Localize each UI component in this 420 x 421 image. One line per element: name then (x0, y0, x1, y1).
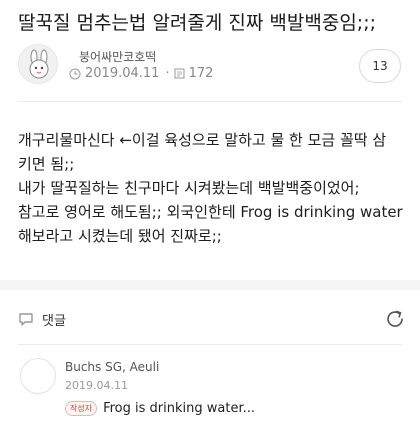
post-meta: 2019.04.11 · 172 (69, 66, 213, 81)
body-line: 해보라고 시켰는데 됐어 진짜로;; (18, 227, 222, 245)
header-divider (18, 101, 402, 102)
clock-icon (69, 68, 81, 79)
document-icon (174, 68, 185, 79)
comment-divider (18, 344, 402, 345)
comment-header-label: 댓글 (42, 313, 66, 329)
post-date: 2019.04.11 (85, 66, 160, 81)
comment-body: 작성자 Frog is drinking water... (65, 401, 255, 416)
view-count: 172 (188, 66, 214, 81)
body-line: 내가 딸꾹질하는 친구마다 시켜봤는데 백발백중이었어; (18, 179, 360, 197)
comment-avatar[interactable] (20, 358, 56, 394)
author-avatar[interactable] (18, 44, 58, 84)
rabbit-avatar-icon (29, 49, 49, 79)
body-line: 키면 됨;; (18, 155, 75, 173)
author-badge: 작성자 (65, 401, 98, 416)
section-divider (0, 280, 420, 290)
post-body: 개구리물마신다 ←이걸 육성으로 말하고 물 한 모금 꼴딱 삼 키면 됨;; … (18, 128, 410, 248)
comment-text: Frog is drinking water... (103, 401, 255, 416)
comment-author[interactable]: Buchs SG, Aeuli (65, 360, 159, 374)
body-line: 참고로 영어로 해도됨;; 외국인한테 Frog is drinking wat… (18, 203, 403, 221)
comment-header: 댓글 (18, 304, 408, 334)
refresh-icon[interactable] (384, 308, 406, 330)
meta-separator: · (165, 66, 170, 81)
comment-date: 2019.04.11 (65, 379, 128, 392)
post-title: 딸꾹질 멈추는법 알려줄게 진짜 백발백중임;;; (18, 12, 377, 34)
author-name[interactable]: 붕어싸만코호떡 (79, 48, 156, 65)
comment-count-badge[interactable]: 13 (359, 49, 401, 83)
speech-bubble-icon (19, 313, 33, 326)
body-line: 개구리물마신다 ←이걸 육성으로 말하고 물 한 모금 꼴딱 삼 (18, 131, 387, 149)
